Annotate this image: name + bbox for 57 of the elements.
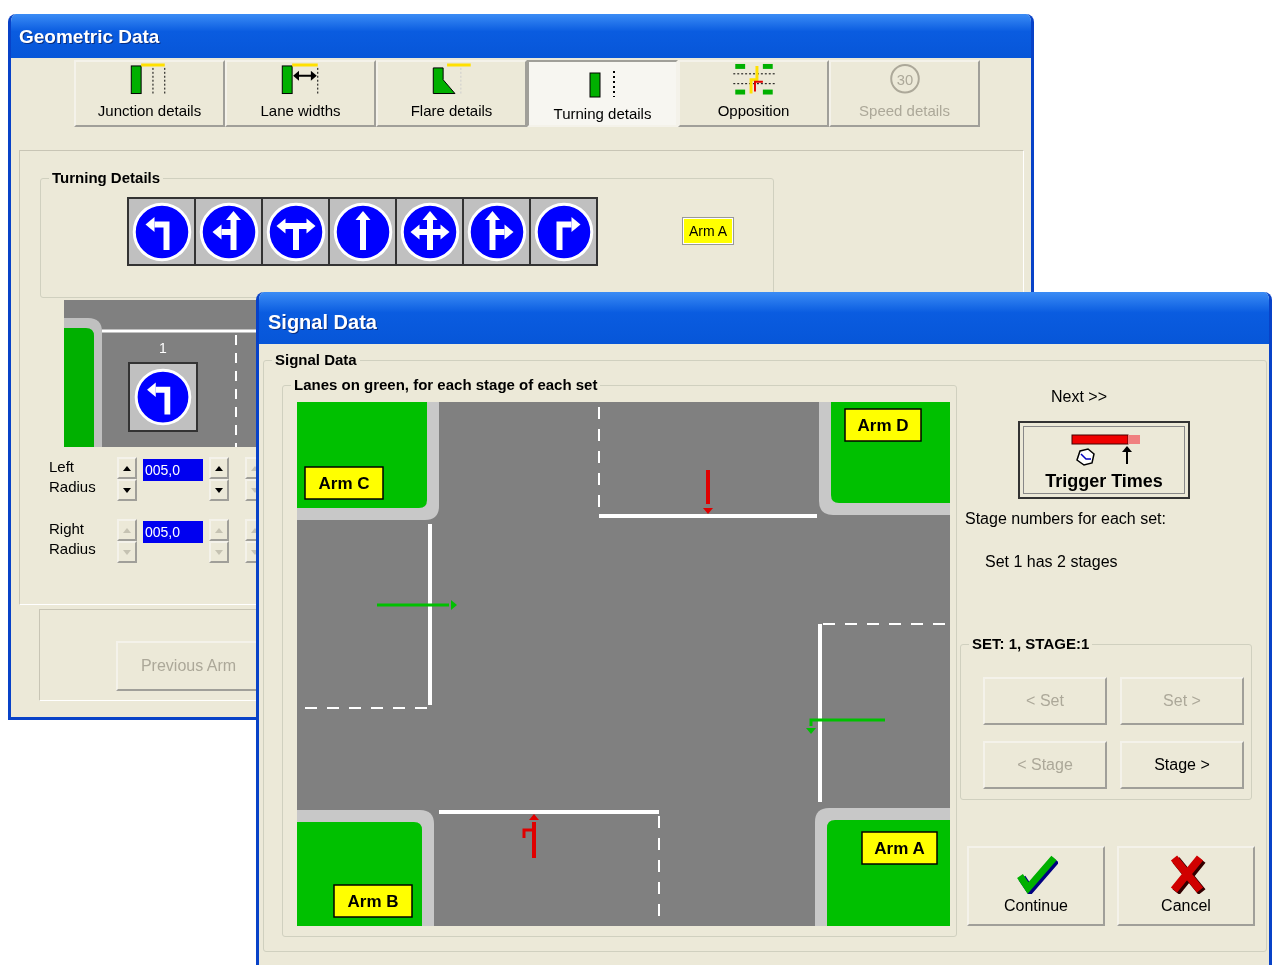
sign-button[interactable] [262,198,329,265]
field-label: Left Radius [49,457,97,497]
cancel-button[interactable]: Cancel [1117,846,1255,926]
triangle-up-icon [215,527,223,533]
turn-sign-icon [198,201,259,262]
arm-label: Arm A [683,218,734,244]
spin-up-button[interactable] [117,457,137,479]
turn-sign-icon [332,201,393,262]
road-layout-icon [430,62,473,96]
info-text: Stage numbers for each set: [965,509,1167,529]
triangle-up-icon [215,465,223,471]
triangle-up-icon [123,465,131,471]
arm-label: Arm C [304,466,384,500]
tab[interactable]: Lane widths [225,60,376,127]
field-label: Right Radius [49,519,97,559]
tab[interactable]: Flare details [376,60,527,127]
triangle-down-icon [123,549,131,555]
turn-sign-icon [131,201,192,262]
window-title: Signal Data [259,292,1269,344]
turn-sign-icon [134,368,192,426]
check-icon [1014,854,1058,894]
tab[interactable]: Turning details [527,60,678,127]
arm-label: Arm A [861,831,938,865]
window-title: Geometric Data [11,14,1031,58]
sign-button[interactable] [530,198,597,265]
turn-sign-icon [399,201,460,262]
lane-number: 1 [159,339,167,358]
radius-field[interactable]: 005,0 [143,521,203,543]
next-label: Next >> [1051,387,1108,407]
tab[interactable]: Opposition [678,60,829,127]
triangle-up-icon [123,527,131,533]
turn-sign-icon [466,201,527,262]
stage-nav-button[interactable]: Stage > [1120,741,1244,789]
continue-button[interactable]: Continue [967,846,1105,926]
arm-label: Arm D [844,408,922,442]
triangle-down-icon [215,549,223,555]
arm-label: Arm B [333,884,413,918]
triangle-down-icon [215,487,223,493]
group-title: Lanes on green, for each stage of each set [291,376,601,394]
trigger-times-button[interactable]: Trigger Times [1018,421,1190,499]
radius-field[interactable]: 005,0 [143,459,203,481]
sign-button[interactable] [195,198,262,265]
sign-button[interactable] [463,198,530,265]
spin-up-button[interactable] [209,457,229,479]
road-layout-icon [732,62,775,96]
sign-button[interactable] [396,198,463,265]
sign-button[interactable] [329,198,396,265]
info-text: Set 1 has 2 stages [985,552,1119,572]
tab[interactable]: Junction details [74,60,225,127]
spin-down-button[interactable] [209,479,229,501]
group-title: Signal Data [272,351,360,369]
turn-sign-icon [265,201,326,262]
spin-down-button[interactable] [117,479,137,501]
sign-button[interactable] [128,198,195,265]
triangle-down-icon [123,487,131,493]
turn-sign-icon [533,201,594,262]
group-title: Turning Details [49,169,164,187]
